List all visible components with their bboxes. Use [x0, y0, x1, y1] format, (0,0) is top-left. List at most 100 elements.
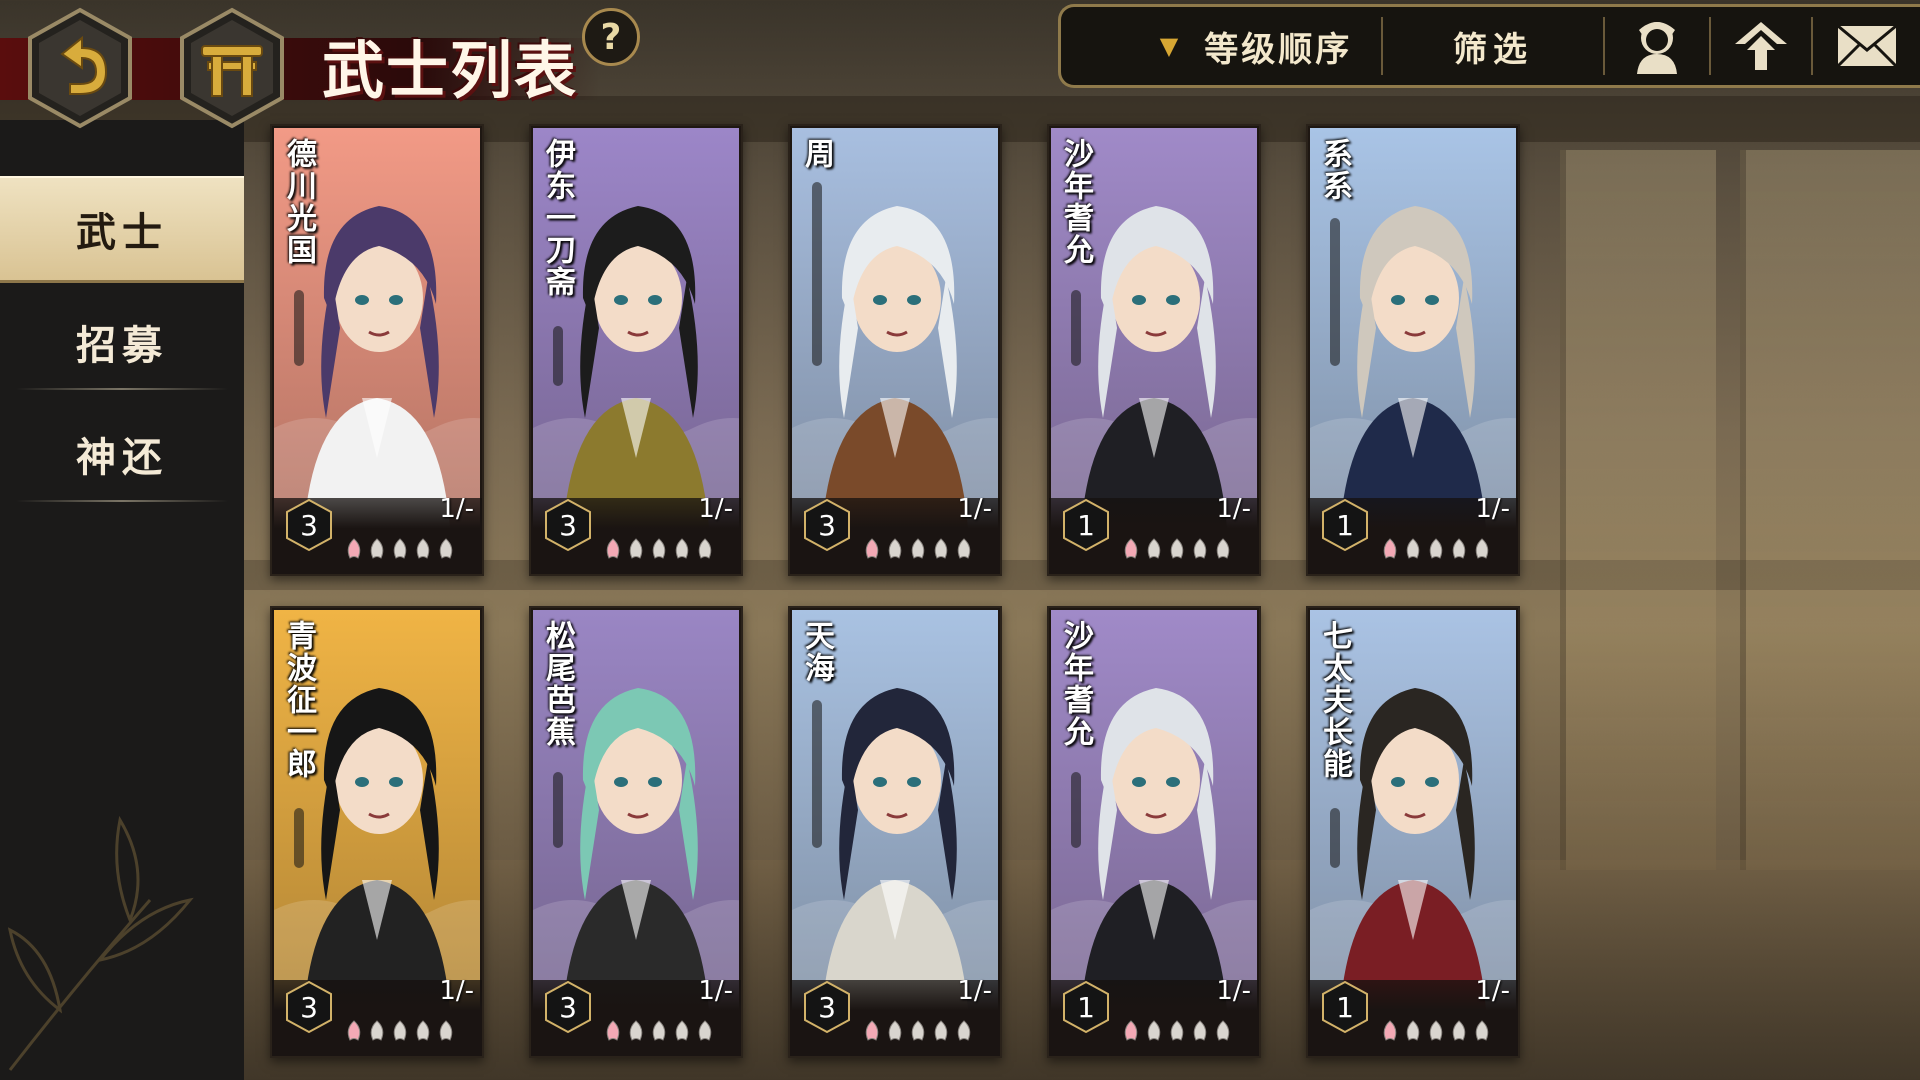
petal-icon [370, 1020, 384, 1041]
petal-icon [606, 538, 620, 559]
petal-icon [416, 538, 430, 559]
name-line-decoration [294, 290, 304, 366]
rank-number: 3 [818, 990, 836, 1024]
card-info-bar: 1/- 3 [531, 494, 741, 574]
sidebar-item-return[interactable]: 神还 [0, 404, 244, 504]
petal-icon [934, 538, 948, 559]
petal-icon [652, 538, 666, 559]
petal-icon [865, 538, 879, 559]
rank-badge: 1 [1320, 498, 1370, 552]
samurai-card[interactable]: 天海 1/- 3 [788, 606, 1002, 1058]
petal-icon [888, 1020, 902, 1041]
name-line-decoration [294, 808, 304, 868]
rank-number: 3 [559, 990, 577, 1024]
petal-icon [1383, 538, 1397, 559]
card-info-bar: 1/- 1 [1049, 976, 1259, 1056]
petal-icon [1193, 1020, 1207, 1041]
petal-icon [675, 538, 689, 559]
samurai-card[interactable]: 沙年耆允 1/- 1 [1047, 124, 1261, 576]
card-count: 1/- [957, 494, 992, 524]
petal-icon [652, 1020, 666, 1041]
petal-icon [393, 538, 407, 559]
help-button[interactable]: ? [582, 8, 640, 66]
card-info-bar: 1/- 3 [531, 976, 741, 1056]
sidebar-item-recruit[interactable]: 招募 [0, 292, 244, 392]
character-name: 七太夫长能 [1317, 620, 1352, 780]
name-line-decoration [812, 182, 822, 366]
petal-icon [1429, 1020, 1443, 1041]
back-button[interactable] [24, 6, 136, 130]
samurai-card[interactable]: 松尾芭蕉 1/- 3 [529, 606, 743, 1058]
mail-button[interactable] [1813, 7, 1920, 85]
rank-badge: 3 [284, 980, 334, 1034]
character-name: 青波征一郎 [281, 620, 316, 780]
samurai-card[interactable]: 沙年耆允 1/- 1 [1047, 606, 1261, 1058]
petal-icon [1383, 1020, 1397, 1041]
petal-icon [1429, 538, 1443, 559]
petal-icon [1147, 1020, 1161, 1041]
petal-icon [1170, 1020, 1184, 1041]
rank-badge: 1 [1320, 980, 1370, 1034]
rank-number: 1 [1336, 990, 1354, 1024]
rank-number: 3 [559, 508, 577, 542]
petal-icon [1124, 1020, 1138, 1041]
petal-icon [606, 1020, 620, 1041]
character-name: 系系 [1317, 138, 1352, 202]
star-petals [603, 1020, 715, 1042]
toolbar: ▼ 等级顺序 筛选 [1058, 4, 1920, 88]
character-name: 松尾芭蕉 [540, 620, 575, 748]
sidebar-item-samurai[interactable]: 武士 [0, 176, 244, 283]
petal-icon [1475, 538, 1489, 559]
card-count: 1/- [439, 976, 474, 1006]
card-count: 1/- [1475, 976, 1510, 1006]
star-petals [344, 1020, 456, 1042]
rank-badge: 1 [1061, 980, 1111, 1034]
samurai-card[interactable]: 周 1/- 3 [788, 124, 1002, 576]
star-petals [344, 538, 456, 560]
card-info-bar: 1/- 1 [1049, 494, 1259, 574]
petal-icon [911, 538, 925, 559]
rank-number: 3 [300, 508, 318, 542]
character-name: 德川光国 [281, 138, 316, 266]
sort-dropdown[interactable]: ▼ 等级顺序 [1081, 7, 1431, 85]
petal-icon [1406, 538, 1420, 559]
character-button[interactable] [1605, 7, 1709, 85]
petal-icon [1406, 1020, 1420, 1041]
card-info-bar: 1/- 1 [1308, 976, 1518, 1056]
samurai-card[interactable]: 系系 1/- 1 [1306, 124, 1520, 576]
card-count: 1/- [439, 494, 474, 524]
petal-icon [888, 538, 902, 559]
rank-number: 3 [818, 508, 836, 542]
card-count: 1/- [698, 494, 733, 524]
sidebar: 武士 招募 神还 [0, 120, 244, 1080]
home-upgrade-button[interactable] [1711, 7, 1811, 85]
petal-icon [393, 1020, 407, 1041]
filter-button[interactable]: 筛选 [1383, 7, 1603, 85]
name-line-decoration [1071, 772, 1081, 848]
home-button[interactable] [176, 6, 288, 130]
name-line-decoration [1330, 218, 1340, 366]
samurai-card[interactable]: 七太夫长能 1/- 1 [1306, 606, 1520, 1058]
petal-icon [675, 1020, 689, 1041]
card-count: 1/- [1475, 494, 1510, 524]
petal-icon [370, 538, 384, 559]
petal-icon [347, 1020, 361, 1041]
name-line-decoration [812, 700, 822, 848]
petal-icon [911, 1020, 925, 1041]
star-petals [1380, 538, 1492, 560]
rank-badge: 3 [802, 980, 852, 1034]
samurai-card[interactable]: 青波征一郎 1/- 3 [270, 606, 484, 1058]
petal-icon [957, 538, 971, 559]
character-name: 伊东一刀斋 [540, 138, 575, 298]
rank-number: 1 [1336, 508, 1354, 542]
page-title: 武士列表 [322, 34, 579, 107]
petal-icon [698, 1020, 712, 1041]
name-line-decoration [553, 772, 563, 848]
character-name: 天海 [799, 620, 834, 684]
samurai-card[interactable]: 伊东一刀斋 1/- 3 [529, 124, 743, 576]
character-portrait [792, 128, 998, 528]
rank-number: 1 [1077, 990, 1095, 1024]
sidebar-item-label: 招募 [76, 322, 168, 369]
samurai-card[interactable]: 德川光国 1/- 3 [270, 124, 484, 576]
rank-badge: 3 [543, 498, 593, 552]
